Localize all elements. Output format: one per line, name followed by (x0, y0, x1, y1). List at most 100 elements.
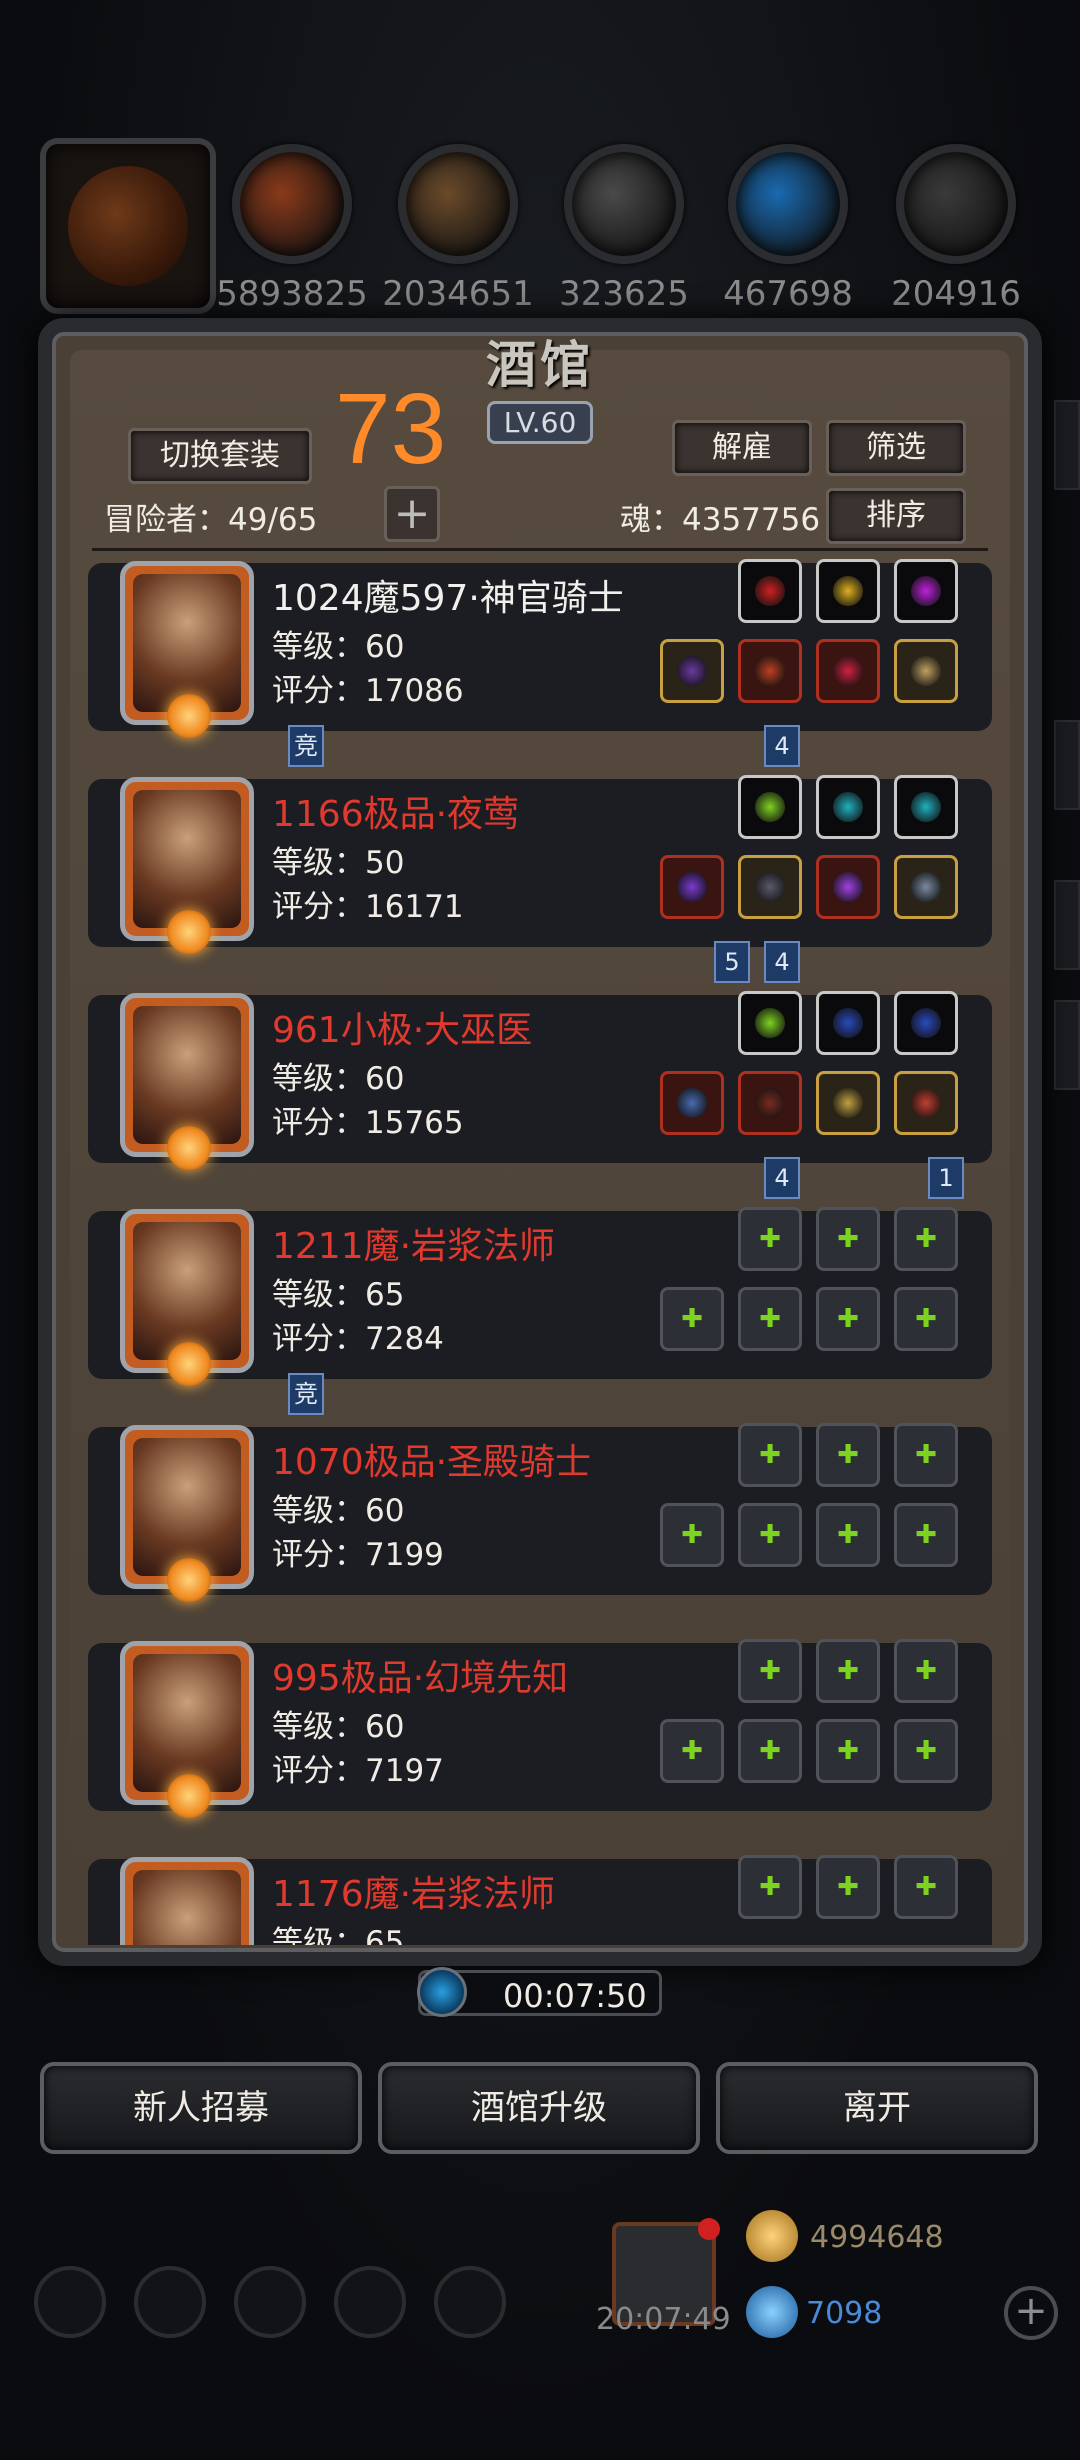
hero-card[interactable]: 1211魔·岩浆法师 等级：65 评分：7284 ✚ ✚ ✚ ✚ ✚ ✚ ✚ (88, 1207, 992, 1386)
empty-slot-icon[interactable]: ✚ (816, 1855, 880, 1919)
empty-slot-icon[interactable]: ✚ (660, 1503, 724, 1567)
green-crystal-icon[interactable] (738, 991, 802, 1055)
hero-avatar[interactable] (120, 993, 254, 1170)
empty-slot-icon[interactable]: ✚ (738, 1423, 802, 1487)
red-bottle-icon[interactable] (816, 639, 880, 703)
hero-card[interactable]: 995极品·幻境先知 等级：60 评分：7197 ✚ ✚ ✚ ✚ ✚ ✚ ✚ (88, 1639, 992, 1818)
resource-bar: 5893825 2034651 323625 467698 204916 (0, 130, 1080, 314)
hero-name: 1176魔·岩浆法师 (272, 1874, 556, 1915)
hero-avatar[interactable] (120, 1641, 254, 1818)
side-tab[interactable] (1054, 880, 1080, 970)
empty-slot-icon[interactable]: ✚ (816, 1639, 880, 1703)
empty-slot-icon[interactable]: ✚ (816, 1287, 880, 1351)
hero-level: 等级：65 (272, 1925, 405, 1945)
hero-avatar[interactable] (120, 561, 254, 738)
empty-slot-icon[interactable]: ✚ (660, 1287, 724, 1351)
lantern-icon[interactable] (816, 559, 880, 623)
switch-outfit-button[interactable]: 切换套装 (128, 428, 312, 484)
side-tab[interactable] (1054, 400, 1080, 490)
empty-slot-icon[interactable]: ✚ (894, 1423, 958, 1487)
empty-slot-icon[interactable]: ✚ (738, 1855, 802, 1919)
staff-icon[interactable] (660, 639, 724, 703)
mail-icon[interactable] (334, 2266, 406, 2338)
resource-item[interactable]: 204916 (891, 144, 1021, 314)
clock-icon (417, 1967, 467, 2017)
purple-mask-icon[interactable] (816, 855, 880, 919)
ranking-icon[interactable] (234, 2266, 306, 2338)
empty-slot-icon[interactable]: ✚ (738, 1639, 802, 1703)
hero-card[interactable]: 961小极·大巫医 等级：60 评分：15765 (88, 991, 992, 1170)
green-crystal-icon[interactable] (738, 775, 802, 839)
gauntlet-icon[interactable] (894, 639, 958, 703)
recruit-button[interactable]: 新人招募 (40, 2062, 362, 2154)
empty-slot-icon[interactable]: ✚ (894, 1503, 958, 1567)
handshake-icon[interactable] (434, 2266, 506, 2338)
empty-slot-icon[interactable]: ✚ (816, 1423, 880, 1487)
resource-item[interactable]: 467698 (723, 144, 853, 314)
purple-gem-icon[interactable] (894, 559, 958, 623)
blue-wand-icon[interactable] (894, 991, 958, 1055)
dismiss-button[interactable]: 解雇 (672, 420, 812, 476)
hero-card[interactable]: 1024魔597·神官骑士 等级：60 评分：17086 (88, 559, 992, 738)
plus-icon: ✚ (681, 1736, 703, 1766)
empty-slot-icon[interactable]: ✚ (894, 1719, 958, 1783)
star-icon[interactable] (134, 2266, 206, 2338)
hero-list[interactable]: 1024魔597·神官骑士 等级：60 评分：17086 竞 4 1166极品·夜莺 等级：… (88, 555, 992, 1945)
empty-slot-icon[interactable]: ✚ (894, 1207, 958, 1271)
hero-avatar[interactable] (120, 777, 254, 954)
empty-slot-icon[interactable]: ✚ (894, 1287, 958, 1351)
hero-card[interactable]: 1070极品·圣殿骑士 等级：60 评分：7199 ✚ ✚ ✚ ✚ ✚ ✚ ✚ (88, 1423, 992, 1602)
hero-tag-badge: 1 (928, 1157, 964, 1199)
plus-icon: ✚ (837, 1304, 859, 1334)
robe-icon[interactable] (738, 1071, 802, 1135)
filter-button[interactable]: 筛选 (826, 420, 966, 476)
empty-slot-icon[interactable]: ✚ (738, 1287, 802, 1351)
resource-item[interactable]: 5893825 (216, 144, 368, 314)
tavern-upgrade-button[interactable]: 酒馆升级 (378, 2062, 700, 2154)
gear-icon[interactable] (34, 2266, 106, 2338)
sort-button[interactable]: 排序 (826, 488, 966, 544)
hero-level: 等级：50 (272, 845, 405, 881)
side-tab[interactable] (1054, 720, 1080, 810)
empty-slot-icon[interactable]: ✚ (816, 1207, 880, 1271)
blue-wand-icon[interactable] (816, 991, 880, 1055)
purple-blade-icon[interactable] (660, 855, 724, 919)
empty-slot-icon[interactable]: ✚ (738, 1207, 802, 1271)
empty-slot-icon[interactable]: ✚ (894, 1855, 958, 1919)
hero-avatar[interactable] (120, 1425, 254, 1602)
hero-avatar[interactable] (120, 1209, 254, 1386)
empty-slot-icon[interactable]: ✚ (660, 1719, 724, 1783)
add-currency-button[interactable]: + (1004, 2286, 1058, 2340)
hero-score: 评分：7284 (272, 1321, 444, 1357)
hero-score: 评分：7199 (272, 1537, 444, 1573)
crystal-icon (728, 144, 848, 264)
empty-slot-icon[interactable]: ✚ (816, 1719, 880, 1783)
empty-slot-icon[interactable]: ✚ (738, 1503, 802, 1567)
resource-item[interactable]: 323625 (559, 144, 689, 314)
side-tab[interactable] (1054, 1000, 1080, 1090)
player-portrait[interactable] (40, 138, 216, 314)
armor-icon[interactable] (738, 639, 802, 703)
amulet-icon[interactable] (894, 855, 958, 919)
empty-slot-icon[interactable]: ✚ (816, 1503, 880, 1567)
gold-amount: 4994648 (810, 2220, 944, 2255)
dark-armor-icon[interactable] (738, 855, 802, 919)
hero-card[interactable]: 1176魔·岩浆法师 等级：65 ✚ ✚ ✚ (88, 1855, 992, 1945)
hero-portrait-icon (133, 574, 241, 712)
red-ring-icon[interactable] (894, 1071, 958, 1135)
hero-avatar[interactable] (120, 1857, 254, 1945)
cyan-stone-icon[interactable] (816, 775, 880, 839)
rank-emblem-icon (167, 1774, 211, 1818)
hero-card[interactable]: 1166极品·夜莺 等级：50 评分：16171 (88, 775, 992, 954)
add-adventurer-slot-button[interactable]: + (384, 486, 440, 542)
resource-item[interactable]: 2034651 (382, 144, 534, 314)
red-potion-icon[interactable] (738, 559, 802, 623)
scepter-icon[interactable] (660, 1071, 724, 1135)
empty-slot-icon[interactable]: ✚ (894, 1639, 958, 1703)
cyan-stone-icon[interactable] (894, 775, 958, 839)
gold-gauntlet-icon[interactable] (816, 1071, 880, 1135)
leave-button[interactable]: 离开 (716, 2062, 1038, 2154)
resource-value: 2034651 (382, 274, 534, 314)
empty-slot-icon[interactable]: ✚ (738, 1719, 802, 1783)
hero-tag-badge: 竞 (288, 1373, 324, 1415)
